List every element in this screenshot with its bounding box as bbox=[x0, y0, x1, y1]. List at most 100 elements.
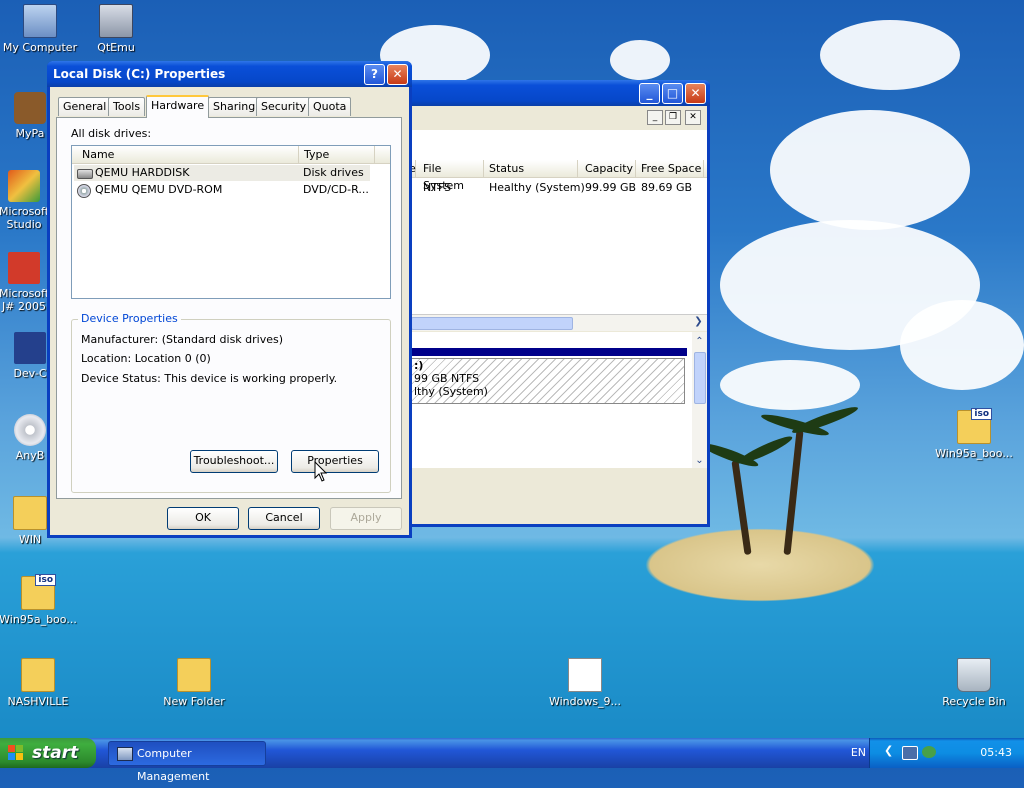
cloud bbox=[820, 20, 960, 90]
drive-type: Disk drives bbox=[303, 166, 364, 179]
tab-strip: General Tools Hardware Sharing Security … bbox=[58, 95, 398, 118]
device-properties-legend: Device Properties bbox=[78, 312, 181, 325]
task-label: Computer Management bbox=[137, 747, 210, 783]
volume-size: 99 GB NTFS bbox=[414, 372, 480, 385]
computer-management-window[interactable]: _ □ ✕ _ ❐ ✕ e File System Status Capacit… bbox=[400, 80, 710, 527]
disc-icon bbox=[14, 414, 46, 446]
scrollbar-thumb[interactable] bbox=[694, 352, 706, 404]
column-header[interactable]: Status bbox=[483, 160, 578, 177]
column-header[interactable]: File System bbox=[417, 160, 484, 192]
column-header[interactable]: Capacity bbox=[579, 160, 636, 177]
cancel-button[interactable]: Cancel bbox=[248, 507, 320, 530]
mdi-minimize-icon[interactable]: _ bbox=[647, 110, 663, 125]
cell-status: Healthy (System) bbox=[489, 181, 585, 194]
desktop-icon-label: QtEmu bbox=[97, 41, 135, 54]
windows-logo-icon bbox=[8, 745, 24, 761]
desktop-icon-label: New Folder bbox=[163, 695, 225, 708]
volume-label: :) bbox=[414, 359, 424, 372]
tab-security[interactable]: Security bbox=[256, 97, 312, 116]
folder-icon: iso bbox=[957, 408, 992, 444]
network-icon[interactable] bbox=[902, 746, 918, 760]
tab-general[interactable]: General bbox=[58, 97, 112, 116]
desktop-icon-label: Win95a_boo... bbox=[935, 447, 1013, 460]
list-item[interactable]: QEMU QEMU DVD-ROM DVD/CD-R... bbox=[74, 182, 370, 198]
folder-icon bbox=[13, 496, 47, 530]
hard-disk-icon bbox=[77, 169, 93, 179]
table-row[interactable]: NTFS Healthy (System) 99.99 GB 89.69 GB bbox=[403, 181, 707, 197]
scroll-down-icon[interactable]: ⌄ bbox=[692, 455, 707, 466]
help-icon[interactable]: ? bbox=[364, 64, 385, 85]
volume-list[interactable]: e File System Status Capacity Free Space… bbox=[403, 130, 707, 314]
column-header-type[interactable]: Type bbox=[298, 146, 375, 163]
folder-icon bbox=[177, 658, 211, 692]
disk-graphical-view[interactable]: :) 99 GB NTFS lthy (System) ⌃ ⌄ bbox=[403, 332, 707, 468]
desktop-icon-label: Recycle Bin bbox=[942, 695, 1006, 708]
minimize-icon[interactable]: _ bbox=[639, 83, 660, 104]
apply-button[interactable]: Apply bbox=[330, 507, 402, 530]
desktop-icon-qtemu[interactable]: QtEmu bbox=[76, 4, 156, 54]
palm-tree bbox=[783, 429, 804, 556]
scrollbar-thumb[interactable] bbox=[411, 317, 573, 330]
desktop-icon-label: NASHVILLE bbox=[7, 695, 69, 708]
desktop-icon-my-computer[interactable]: My Computer bbox=[0, 4, 80, 54]
ok-button[interactable]: OK bbox=[167, 507, 239, 530]
tab-tools[interactable]: Tools bbox=[108, 97, 146, 116]
cell-filesystem: NTFS bbox=[423, 181, 452, 194]
column-header-name[interactable]: Name bbox=[72, 146, 299, 163]
cloud bbox=[720, 360, 860, 410]
manufacturer-text: Manufacturer: (Standard disk drives) bbox=[81, 333, 284, 346]
drive-name: QEMU QEMU DVD-ROM bbox=[95, 183, 223, 196]
scroll-right-icon[interactable]: ❯ bbox=[692, 316, 705, 329]
dialog-title: Local Disk (C:) Properties bbox=[53, 67, 226, 81]
language-indicator[interactable]: EN bbox=[851, 746, 866, 759]
desktop-icon-recycle-bin[interactable]: Recycle Bin bbox=[934, 658, 1014, 708]
taskbar-button-computer-management[interactable]: Computer Management bbox=[108, 741, 266, 783]
desktop-icon-windows-9[interactable]: Windows_9... bbox=[545, 658, 625, 708]
folder-icon bbox=[21, 658, 55, 692]
desktop-icon-win95a-boot-2[interactable]: iso Win95a_boo... bbox=[934, 408, 1014, 460]
properties-button[interactable]: Properties bbox=[291, 450, 379, 473]
device-status-text: Device Status: This device is working pr… bbox=[81, 372, 338, 385]
mouse-cursor-icon bbox=[314, 461, 328, 482]
dvd-drive-icon bbox=[77, 184, 91, 198]
computer-icon bbox=[23, 4, 57, 38]
window-titlebar[interactable]: _ □ ✕ bbox=[403, 80, 710, 106]
vertical-scrollbar[interactable]: ⌃ ⌄ bbox=[692, 332, 707, 468]
security-icon[interactable] bbox=[922, 746, 936, 758]
cell-free-space: 89.69 GB bbox=[641, 181, 693, 194]
iso-badge-icon: iso bbox=[35, 574, 56, 586]
desktop-icon-nashville[interactable]: NASHVILLE bbox=[0, 658, 78, 708]
properties-dialog[interactable]: Local Disk (C:) Properties ? ✕ General T… bbox=[47, 61, 412, 538]
dialog-titlebar[interactable]: Local Disk (C:) Properties ? ✕ bbox=[47, 61, 412, 87]
volume-block[interactable]: :) 99 GB NTFS lthy (System) bbox=[411, 358, 685, 404]
cell-capacity: 99.99 GB bbox=[585, 181, 637, 194]
volume-status: lthy (System) bbox=[414, 385, 488, 398]
drive-name: QEMU HARDDISK bbox=[95, 166, 190, 179]
column-header[interactable]: Free Space bbox=[635, 160, 704, 177]
tab-quota[interactable]: Quota bbox=[308, 97, 352, 116]
desktop-icon-win95a-boot[interactable]: iso Win95a_boo... bbox=[0, 574, 78, 626]
start-label: start bbox=[32, 743, 79, 763]
list-item[interactable]: QEMU HARDDISK Disk drives bbox=[74, 165, 370, 181]
jsharp-icon bbox=[8, 252, 40, 284]
maximize-icon[interactable]: □ bbox=[662, 83, 683, 104]
mdi-close-icon[interactable]: ✕ bbox=[685, 110, 701, 125]
horizontal-scrollbar[interactable]: ❯ bbox=[403, 314, 707, 331]
close-icon[interactable]: ✕ bbox=[387, 64, 408, 85]
computer-management-icon bbox=[117, 747, 133, 761]
tray-arrow-icon[interactable]: ❮ bbox=[884, 744, 893, 757]
location-text: Location: Location 0 (0) bbox=[81, 352, 211, 365]
tab-sharing[interactable]: Sharing bbox=[208, 97, 261, 116]
all-disk-drives-label: All disk drives: bbox=[71, 127, 152, 140]
close-icon[interactable]: ✕ bbox=[685, 83, 706, 104]
scroll-up-icon[interactable]: ⌃ bbox=[692, 336, 707, 347]
image-file-icon bbox=[568, 658, 602, 692]
start-button[interactable]: start bbox=[0, 738, 96, 768]
mdi-restore-icon[interactable]: ❐ bbox=[665, 110, 681, 125]
palm-tree bbox=[731, 459, 752, 556]
disk-drives-list[interactable]: Name Type QEMU HARDDISK Disk drives QEMU… bbox=[71, 145, 391, 299]
visual-studio-icon bbox=[8, 170, 40, 202]
troubleshoot-button[interactable]: Troubleshoot... bbox=[190, 450, 278, 473]
tab-hardware[interactable]: Hardware bbox=[146, 95, 210, 118]
desktop-icon-new-folder[interactable]: New Folder bbox=[154, 658, 234, 708]
